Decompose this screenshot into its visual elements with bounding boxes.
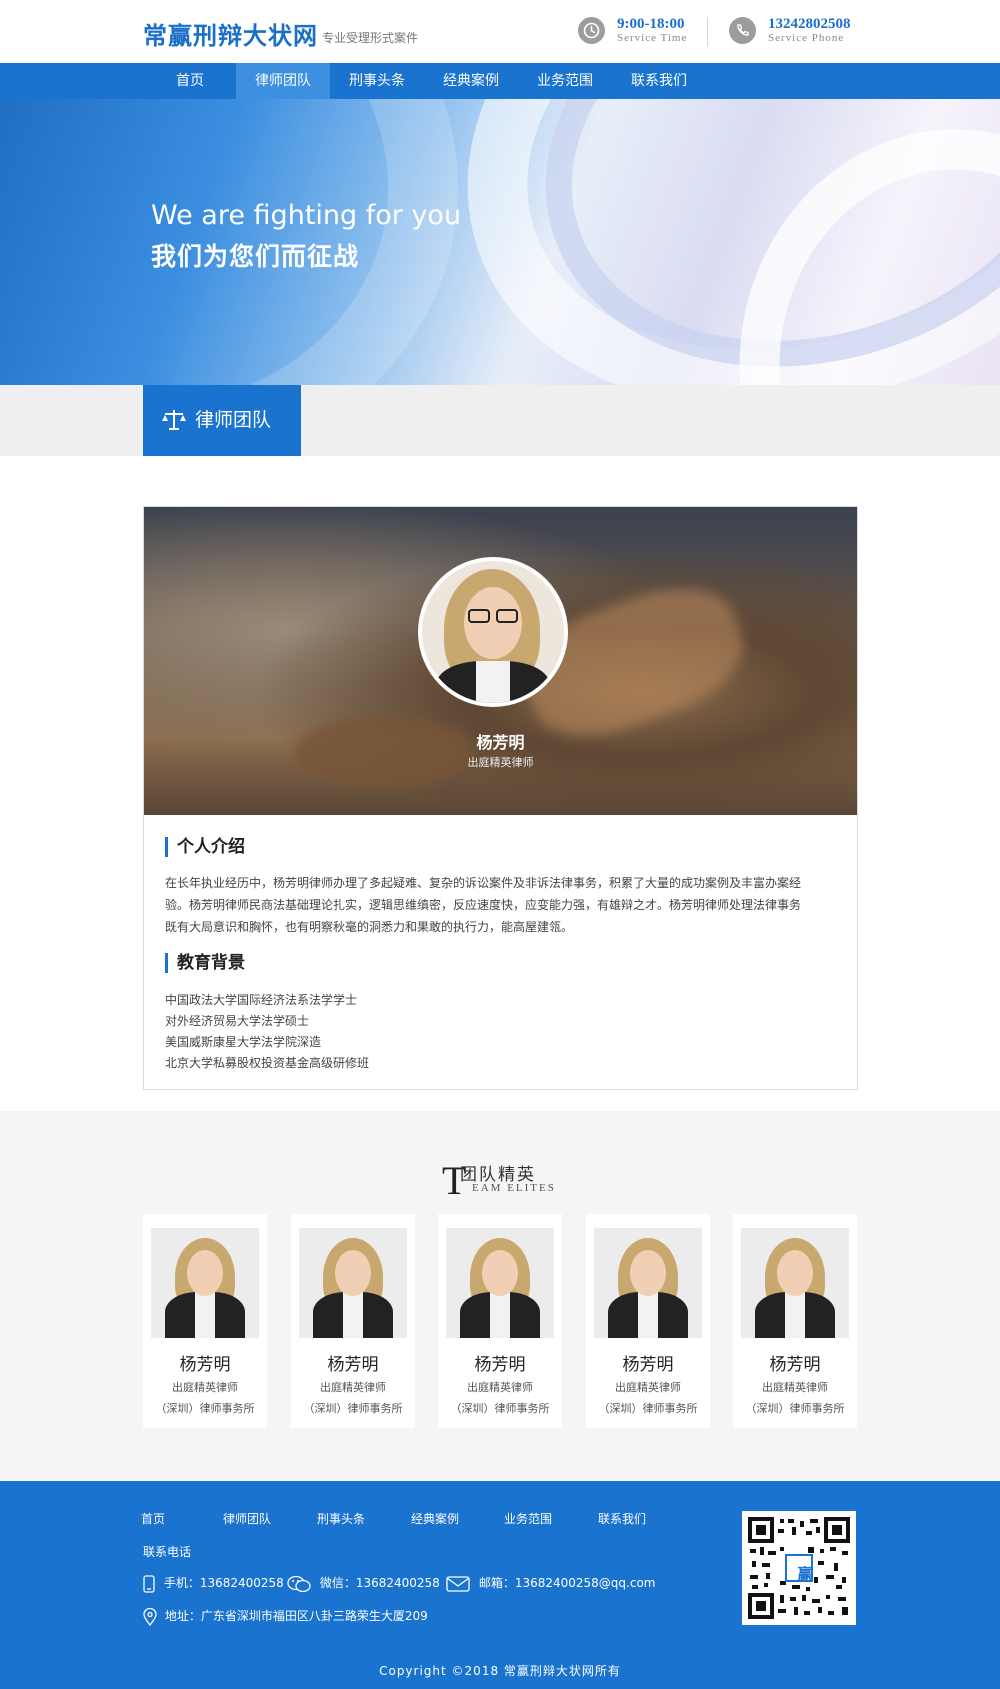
footer-link-business-scope[interactable]: 业务范围 (504, 1510, 552, 1527)
footer-email: 邮箱：13682400258@qq.com (446, 1574, 656, 1592)
lawyer-avatar (418, 557, 568, 707)
team-member-card[interactable]: 杨芳明 出庭精英律师 （深圳）律师事务所 (733, 1214, 857, 1428)
banner-chinese-tagline: 我们为您们而征战 (151, 242, 360, 271)
footer-link-contact-us[interactable]: 联系我们 (598, 1510, 646, 1527)
intro-line: 验。杨芳明律师民商法基础理论扎实，逻辑思维缜密，反应速度快，应变能力强，有雄辩之… (165, 898, 802, 912)
wechat-qr-code: 赢 (742, 1511, 856, 1625)
footer-wechat-text: 微信：13682400258 (319, 1576, 440, 1590)
nav-business-scope[interactable]: 业务范围 (518, 63, 612, 99)
mobile-icon (143, 1574, 155, 1593)
service-time-label: Service Time (617, 32, 688, 44)
nav-criminal-news[interactable]: 刑事头条 (330, 63, 424, 99)
education-item: 对外经济贸易大学法学硕士 (165, 1014, 310, 1028)
member-name: 杨芳明 (622, 1355, 674, 1375)
nav-lawyer-team[interactable]: 律师团队 (236, 63, 330, 99)
scale-of-justice-icon (162, 410, 186, 430)
section-title: 律师团队 (195, 409, 272, 431)
footer-copyright: Copyright ©2018 常赢刑辩大状网所有 (379, 1664, 621, 1678)
qr-center-logo: 赢 (797, 1565, 813, 1583)
intro-line: 在长年执业经历中，杨芳明律师办理了多起疑难、复杂的诉讼案件及非诉法律事务，积累了… (165, 876, 802, 890)
member-photo (594, 1228, 702, 1338)
header-divider (707, 17, 708, 46)
team-member-card[interactable]: 杨芳明 出庭精英律师 （深圳）律师事务所 (143, 1214, 267, 1428)
top-header: 常赢刑辩大状网 专业受理形式案件 9:00-18:00 Service Time… (0, 0, 1000, 63)
phone-icon (729, 17, 756, 44)
education-item: 北京大学私募股权投资基金高级研修班 (165, 1056, 370, 1070)
footer-link-lawyer-team[interactable]: 律师团队 (223, 1510, 271, 1527)
member-title: 出庭精英律师 (320, 1381, 386, 1394)
wechat-icon (287, 1575, 311, 1592)
footer-address: 地址：广东省深圳市福田区八卦三路荣生大厦209 (143, 1607, 428, 1626)
team-member-card[interactable]: 杨芳明 出庭精英律师 （深圳）律师事务所 (586, 1214, 710, 1428)
footer-address-text: 地址：广东省深圳市福田区八卦三路荣生大厦209 (164, 1609, 428, 1623)
member-title: 出庭精英律师 (615, 1381, 681, 1394)
site-logo[interactable]: 常赢刑辩大状网 (143, 16, 318, 51)
member-name: 杨芳明 (474, 1355, 526, 1375)
hero-banner: We are fighting for you 我们为您们而征战 (0, 99, 1000, 385)
site-footer: 首页 律师团队 刑事头条 经典案例 业务范围 联系我们 联系电话 手机：1368… (0, 1481, 1000, 1689)
member-firm: （深圳）律师事务所 (745, 1402, 845, 1415)
team-title: T 团队精英 EAM ELITES (442, 1158, 562, 1203)
member-photo (446, 1228, 554, 1338)
location-pin-icon (143, 1607, 157, 1626)
member-photo (741, 1228, 849, 1338)
member-firm: （深圳）律师事务所 (598, 1402, 698, 1415)
member-firm: （深圳）律师事务所 (450, 1402, 550, 1415)
team-member-card[interactable]: 杨芳明 出庭精英律师 （深圳）律师事务所 (438, 1214, 562, 1428)
footer-email-text[interactable]: 邮箱：13682400258@qq.com (479, 1576, 656, 1590)
member-firm: （深圳）律师事务所 (303, 1402, 403, 1415)
education-item: 美国威斯康星大学法学院深造 (165, 1035, 322, 1049)
profile-cover: 杨芳明 出庭精英律师 (144, 507, 857, 815)
main-nav: 首页 律师团队 刑事头条 经典案例 业务范围 联系我们 (0, 63, 1000, 99)
footer-link-classic-cases[interactable]: 经典案例 (411, 1510, 459, 1527)
team-member-card[interactable]: 杨芳明 出庭精英律师 （深圳）律师事务所 (291, 1214, 415, 1428)
email-icon (446, 1575, 470, 1592)
member-title: 出庭精英律师 (467, 1381, 533, 1394)
member-photo (151, 1228, 259, 1338)
service-phone-value[interactable]: 13242802508 (768, 16, 851, 33)
footer-wechat: 微信：13682400258 (287, 1574, 440, 1593)
education-heading: 教育背景 (165, 953, 245, 973)
lawyer-name: 杨芳明 (476, 733, 525, 752)
team-title-en: EAM ELITES (472, 1182, 556, 1194)
member-name: 杨芳明 (769, 1355, 821, 1375)
footer-link-criminal-news[interactable]: 刑事头条 (317, 1510, 365, 1527)
nav-contact-us[interactable]: 联系我们 (612, 63, 706, 99)
intro-line: 既有大局意识和胸怀，也有明察秋毫的洞悉力和果敢的执行力，能高屋建瓴。 (165, 920, 574, 934)
section-tab-lawyer-team: 律师团队 (143, 385, 301, 456)
member-title: 出庭精英律师 (762, 1381, 828, 1394)
member-name: 杨芳明 (179, 1355, 231, 1375)
member-firm: （深圳）律师事务所 (155, 1402, 255, 1415)
lawyer-profile-card: 杨芳明 出庭精英律师 个人介绍 在长年执业经历中，杨芳明律师办理了多起疑难、复杂… (143, 506, 858, 1090)
nav-home[interactable]: 首页 (143, 63, 237, 99)
intro-heading: 个人介绍 (165, 837, 245, 857)
lawyer-title: 出庭精英律师 (467, 756, 534, 769)
footer-mobile-text: 手机：13682400258 (163, 1576, 284, 1590)
service-time-value: 9:00-18:00 (617, 16, 685, 32)
member-photo (299, 1228, 407, 1338)
section-band: 律师团队 (0, 385, 1000, 456)
footer-link-home[interactable]: 首页 (141, 1510, 165, 1527)
banner-english-tagline: We are fighting for you (151, 200, 462, 231)
footer-contact-label: 联系电话 (143, 1545, 192, 1559)
education-item: 中国政法大学国际经济法系法学学士 (165, 993, 358, 1007)
nav-classic-cases[interactable]: 经典案例 (424, 63, 518, 99)
member-title: 出庭精英律师 (172, 1381, 238, 1394)
site-slogan: 专业受理形式案件 (322, 31, 419, 45)
footer-mobile: 手机：13682400258 (143, 1574, 284, 1593)
service-phone-label: Service Phone (768, 32, 845, 44)
clock-icon (578, 17, 605, 44)
member-name: 杨芳明 (327, 1355, 379, 1375)
